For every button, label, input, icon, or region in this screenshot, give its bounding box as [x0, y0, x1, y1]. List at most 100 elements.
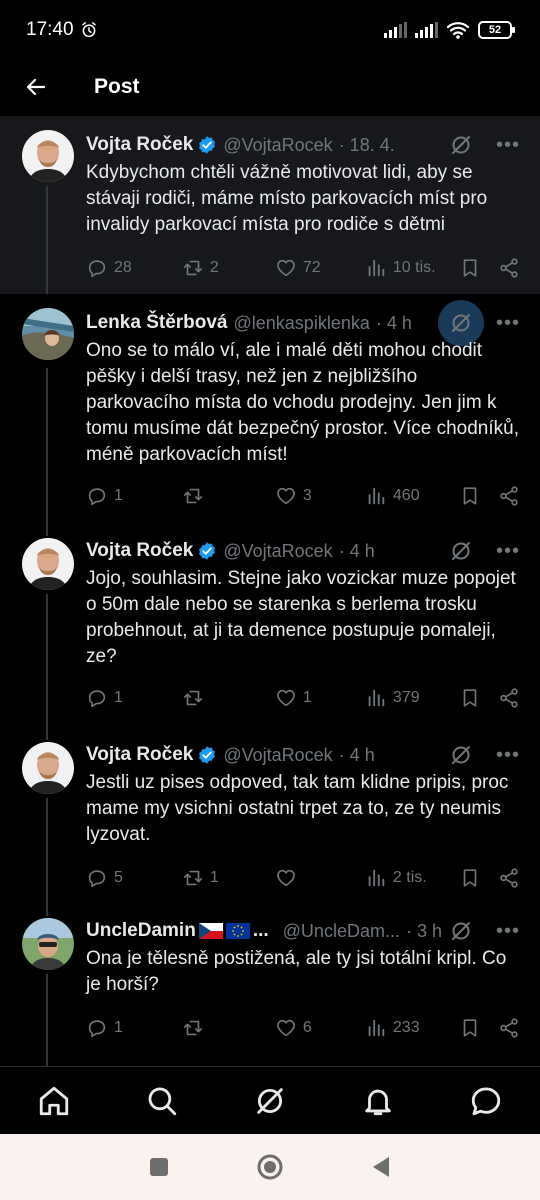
views-icon: [365, 257, 387, 279]
thread-line: [46, 728, 48, 740]
avatar[interactable]: [22, 918, 74, 970]
grok-icon[interactable]: [253, 1084, 287, 1118]
post-header: Vojta Roček @VojtaRocek · 4 h •••: [86, 538, 520, 564]
share-button[interactable]: [498, 687, 520, 709]
reply-icon: [86, 1017, 108, 1039]
author-handle[interactable]: @lenkaspiklenka: [234, 313, 370, 334]
signal-icon: [384, 22, 407, 38]
grok-icon[interactable]: [448, 918, 474, 944]
reply-button[interactable]: 1: [86, 687, 182, 709]
heart-icon: [275, 867, 297, 889]
bookmark-button[interactable]: [459, 485, 498, 507]
post-header: Lenka Štěrbová @lenkaspiklenka · 4 h •••: [86, 300, 520, 346]
repost-button[interactable]: [182, 485, 275, 507]
share-icon: [498, 257, 520, 279]
repost-button[interactable]: [182, 687, 275, 709]
like-button[interactable]: 1: [275, 687, 365, 709]
grok-icon[interactable]: [448, 538, 474, 564]
author-handle[interactable]: @VojtaRocek: [223, 135, 332, 156]
more-dots-icon[interactable]: •••: [490, 134, 520, 157]
post-actions: 28 2 72 10 tis.: [86, 256, 520, 280]
bookmark-button[interactable]: [459, 687, 498, 709]
more-dots-icon[interactable]: •••: [490, 744, 520, 767]
back-triangle-icon[interactable]: [370, 1155, 392, 1179]
repost-icon: [182, 485, 204, 507]
search-icon[interactable]: [145, 1084, 179, 1118]
share-icon: [498, 867, 520, 889]
post[interactable]: Vojta Roček @VojtaRocek · 4 h ••• Jestli…: [0, 728, 540, 904]
bookmark-button[interactable]: [459, 867, 498, 889]
views-icon: [365, 1017, 387, 1039]
bottom-navigation: [0, 1066, 540, 1134]
post-text: Kdybychom chtěli vážně motivovat lidi, a…: [86, 162, 488, 235]
post-actions: 5 1 2 tis.: [86, 866, 520, 890]
post[interactable]: Vojta Roček @VojtaRocek · 4 h ••• Jojo, …: [0, 524, 540, 728]
more-dots-icon[interactable]: •••: [490, 540, 520, 563]
post[interactable]: Vojta Roček @VojtaRocek · 18. 4. ••• Kdy…: [0, 116, 540, 294]
reply-icon: [86, 867, 108, 889]
bookmark-button[interactable]: [459, 1017, 498, 1039]
repost-button[interactable]: 2: [182, 257, 275, 279]
share-button[interactable]: [498, 485, 520, 507]
views-button[interactable]: 379: [365, 687, 459, 709]
czech-flag-icon: [198, 923, 223, 939]
avatar[interactable]: [22, 742, 74, 794]
post[interactable]: UncleDamin ... @UncleDam... · 3 h ••• On…: [0, 904, 540, 1066]
system-navigation-bar: [0, 1134, 540, 1200]
recents-square-icon[interactable]: [148, 1156, 170, 1178]
author-handle[interactable]: @VojtaRocek: [223, 745, 332, 766]
messages-icon[interactable]: [469, 1084, 503, 1118]
post-time: · 4 h: [375, 312, 412, 333]
author-name[interactable]: UncleDamin: [86, 920, 196, 942]
repost-button[interactable]: 1: [182, 867, 275, 889]
grok-icon[interactable]: [448, 132, 474, 158]
repost-button[interactable]: [182, 1017, 275, 1039]
thread-line: [46, 594, 48, 728]
author-handle[interactable]: @VojtaRocek: [223, 541, 332, 562]
eu-flag-icon: [225, 923, 250, 939]
grok-icon[interactable]: [448, 742, 474, 768]
author-name[interactable]: Vojta Roček: [86, 744, 193, 766]
post-text: Jojo, souhlasim. Stejne jako vozickar mu…: [86, 568, 516, 667]
views-button[interactable]: 10 tis.: [365, 257, 459, 279]
status-bar: 17:40 52: [0, 0, 540, 60]
author-name[interactable]: Lenka Štěrbová: [86, 312, 228, 334]
notifications-bell-icon[interactable]: [361, 1084, 395, 1118]
home-circle-icon[interactable]: [256, 1153, 284, 1181]
post-text: Jestli uz pises odpoved, tak tam klidne …: [86, 772, 509, 845]
like-button[interactable]: 3: [275, 485, 365, 507]
views-button[interactable]: 233: [365, 1017, 459, 1039]
thread-line: [46, 974, 48, 1066]
home-icon[interactable]: [37, 1084, 71, 1118]
author-name[interactable]: Vojta Roček: [86, 134, 193, 156]
views-icon: [365, 687, 387, 709]
thread-line: [46, 798, 48, 904]
share-button[interactable]: [498, 867, 520, 889]
post-text: Ono se to málo ví, ale i malé děti mohou…: [86, 340, 520, 465]
share-button[interactable]: [498, 257, 520, 279]
more-dots-icon[interactable]: •••: [490, 920, 520, 943]
arrow-left-icon[interactable]: [24, 75, 48, 99]
post[interactable]: Lenka Štěrbová @lenkaspiklenka · 4 h •••…: [0, 294, 540, 524]
avatar[interactable]: [22, 308, 74, 360]
views-button[interactable]: 2 tis.: [365, 867, 459, 889]
post-time: · 18. 4.: [338, 134, 395, 155]
repost-icon: [182, 257, 204, 279]
bookmark-button[interactable]: [459, 257, 498, 279]
reply-button[interactable]: 1: [86, 1017, 182, 1039]
repost-icon: [182, 1017, 204, 1039]
like-button[interactable]: 72: [275, 257, 365, 279]
like-button[interactable]: [275, 867, 365, 889]
avatar[interactable]: [22, 130, 74, 182]
reply-button[interactable]: 5: [86, 867, 182, 889]
author-name[interactable]: Vojta Roček: [86, 540, 193, 562]
post-time: · 4 h: [338, 540, 375, 561]
avatar[interactable]: [22, 538, 74, 590]
reply-button[interactable]: 28: [86, 257, 182, 279]
like-button[interactable]: 6: [275, 1017, 365, 1039]
views-button[interactable]: 460: [365, 485, 459, 507]
share-button[interactable]: [498, 1017, 520, 1039]
author-handle[interactable]: @UncleDam...: [283, 921, 400, 942]
more-dots-icon[interactable]: •••: [490, 312, 520, 335]
reply-button[interactable]: 1: [86, 485, 182, 507]
